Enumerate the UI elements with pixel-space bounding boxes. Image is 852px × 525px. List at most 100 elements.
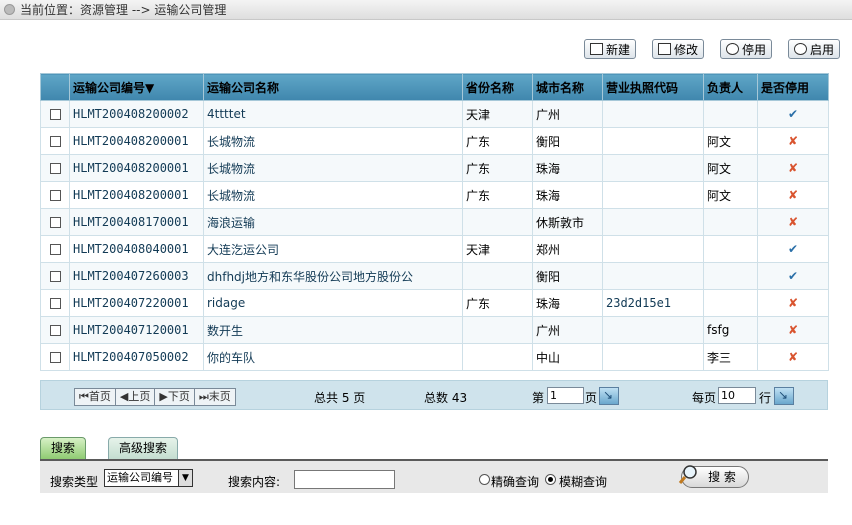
company-code[interactable]: HLMT200408040001 — [69, 235, 204, 263]
search-input[interactable] — [294, 470, 395, 489]
license-cell — [602, 154, 704, 182]
license-cell: 23d2d15e1 — [602, 289, 704, 317]
exact-search-radio[interactable] — [479, 474, 490, 485]
total-pages: 总共 5 页 — [314, 391, 366, 405]
city-cell: 衡阳 — [532, 127, 603, 155]
row-checkbox[interactable] — [49, 351, 61, 363]
license-cell — [602, 343, 704, 371]
company-name[interactable]: 海浪运输 — [203, 208, 463, 236]
magnifier-icon — [678, 465, 697, 484]
table-row: HLMT200407260003 dhfhdj地方和东华股份公司地方股份公 衡阳… — [40, 262, 829, 290]
city-cell: 广州 — [532, 316, 603, 344]
exact-search-label: 精确查询 — [491, 475, 540, 489]
city-cell: 广州 — [532, 100, 603, 128]
province-cell: 广东 — [462, 154, 533, 182]
table-row: HLMT200407220001 ridage 广东 珠海 23d2d15e1 … — [40, 289, 829, 317]
row-checkbox[interactable] — [49, 108, 61, 120]
tab-search[interactable]: 搜索 — [40, 437, 87, 459]
row-checkbox[interactable] — [49, 135, 61, 147]
company-code[interactable]: HLMT200408200001 — [69, 181, 204, 209]
city-cell: 休斯敦市 — [532, 208, 603, 236]
new-document-icon — [590, 43, 603, 55]
next-page-button[interactable]: ▶下页 — [155, 389, 195, 405]
province-cell: 广东 — [462, 181, 533, 209]
fuzzy-search-radio[interactable] — [545, 474, 556, 485]
company-name[interactable]: 4ttttet — [203, 100, 463, 128]
company-code[interactable]: HLMT200408200002 — [69, 100, 204, 128]
enable-button[interactable]: 启用 — [788, 39, 841, 59]
row-checkbox[interactable] — [49, 162, 61, 174]
row-checkbox[interactable] — [49, 243, 61, 255]
location-icon — [4, 4, 15, 15]
company-code[interactable]: HLMT200407260003 — [69, 262, 204, 290]
owner-cell: 李三 — [703, 343, 758, 371]
company-name[interactable]: dhfhdj地方和东华股份公司地方股份公 — [203, 262, 463, 290]
per-page-input[interactable]: 10 — [718, 387, 756, 404]
table-row: HLMT200408200001 长城物流 广东 衡阳 阿文 ✘ — [40, 127, 829, 155]
fuzzy-search-label: 模糊查询 — [559, 475, 608, 489]
column-header-code[interactable]: 运输公司编号▼ — [69, 73, 204, 101]
page-number-input[interactable]: 1 — [547, 387, 584, 404]
column-header-status[interactable]: 是否停用 — [757, 73, 829, 101]
column-header-name[interactable]: 运输公司名称 — [203, 73, 463, 101]
company-name[interactable]: 大连汔运公司 — [203, 235, 463, 263]
table-row: HLMT200407050002 你的车队 中山 李三 ✘ — [40, 343, 829, 371]
license-cell — [602, 262, 704, 290]
company-table: 运输公司编号▼ 运输公司名称 省份名称 城市名称 营业执照代码 负责人 是否停用… — [40, 73, 829, 371]
last-page-button[interactable]: ⏭末页 — [194, 389, 235, 405]
company-name[interactable]: 长城物流 — [203, 181, 463, 209]
company-code[interactable]: HLMT200407220001 — [69, 289, 204, 317]
row-checkbox[interactable] — [49, 297, 61, 309]
company-code[interactable]: HLMT200407120001 — [69, 316, 204, 344]
go-per-page-icon[interactable] — [774, 387, 794, 405]
owner-cell — [703, 289, 758, 317]
prev-page-button[interactable]: ◀上页 — [115, 389, 156, 405]
owner-cell — [703, 208, 758, 236]
province-cell: 天津 — [462, 235, 533, 263]
company-code[interactable]: HLMT200408200001 — [69, 154, 204, 182]
column-header-license[interactable]: 营业执照代码 — [602, 73, 704, 101]
check-circle-icon — [794, 43, 807, 55]
city-cell: 珠海 — [532, 181, 603, 209]
search-type-select[interactable]: 运输公司编号 ▼ — [104, 469, 193, 487]
select-column-header — [40, 73, 70, 101]
company-name[interactable]: 你的车队 — [203, 343, 463, 371]
edit-button[interactable]: 修改 — [652, 39, 705, 59]
first-page-button[interactable]: ⏮首页 — [75, 389, 116, 405]
city-cell: 郑州 — [532, 235, 603, 263]
row-checkbox[interactable] — [49, 189, 61, 201]
per-page-prefix: 每页 — [692, 391, 717, 405]
owner-cell — [703, 235, 758, 263]
owner-cell: 阿文 — [703, 154, 758, 182]
company-code[interactable]: HLMT200408200001 — [69, 127, 204, 155]
column-header-city[interactable]: 城市名称 — [532, 73, 603, 101]
company-code[interactable]: HLMT200407050002 — [69, 343, 204, 371]
company-name[interactable]: 数开生 — [203, 316, 463, 344]
column-header-owner[interactable]: 负责人 — [703, 73, 758, 101]
row-checkbox[interactable] — [49, 270, 61, 282]
province-cell: 天津 — [462, 100, 533, 128]
tab-advanced-search[interactable]: 高级搜索 — [108, 437, 179, 459]
owner-cell: fsfg — [703, 316, 758, 344]
breadcrumb-bar: 当前位置：资源管理 --> 运输公司管理 — [0, 0, 852, 20]
go-page-icon[interactable] — [599, 387, 619, 405]
table-row: HLMT200408200001 长城物流 广东 珠海 阿文 ✘ — [40, 181, 829, 209]
column-header-province[interactable]: 省份名称 — [462, 73, 533, 101]
page-prefix: 第 — [532, 391, 545, 405]
province-cell — [462, 316, 533, 344]
company-name[interactable]: 长城物流 — [203, 154, 463, 182]
edit-icon — [658, 43, 671, 55]
city-cell: 衡阳 — [532, 262, 603, 290]
company-name[interactable]: 长城物流 — [203, 127, 463, 155]
disable-button[interactable]: 停用 — [720, 39, 773, 59]
search-type-label: 搜索类型 — [50, 475, 99, 489]
search-content-label: 搜索内容: — [228, 475, 281, 489]
company-code[interactable]: HLMT200408170001 — [69, 208, 204, 236]
company-name[interactable]: ridage — [203, 289, 463, 317]
table-header-row: 运输公司编号▼ 运输公司名称 省份名称 城市名称 营业执照代码 负责人 是否停用 — [40, 73, 829, 101]
row-checkbox[interactable] — [49, 324, 61, 336]
row-checkbox[interactable] — [49, 216, 61, 228]
province-cell — [462, 343, 533, 371]
new-button[interactable]: 新建 — [584, 39, 637, 59]
owner-cell: 阿文 — [703, 181, 758, 209]
